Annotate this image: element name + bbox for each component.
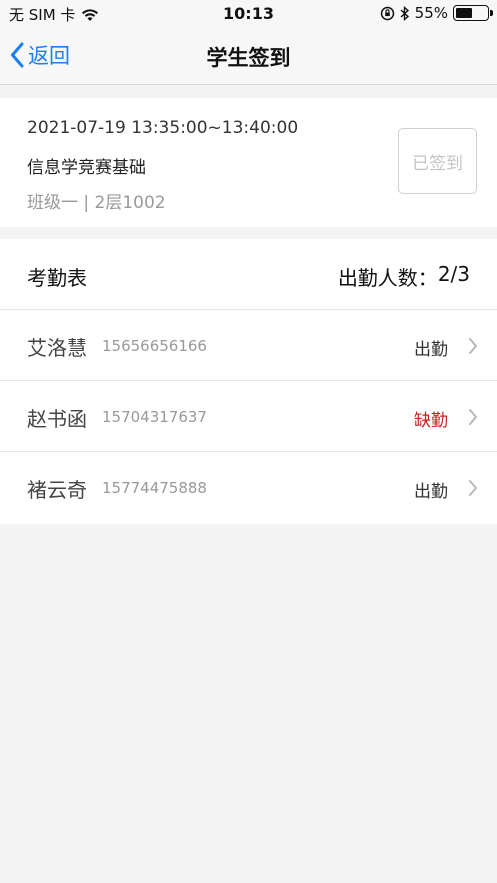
student-phone: 15656656166 [102,337,207,355]
status-right: 55% [380,4,493,22]
session-location: 班级一 | 2层1002 [27,193,166,213]
session-card: 2021-07-19 13:35:00~13:40:00 信息学竞赛基础 班级一… [0,98,497,227]
battery-percent: 55% [414,4,448,22]
student-status: 出勤 [414,482,448,502]
battery-icon [453,5,493,21]
orientation-lock-icon [380,6,394,20]
student-row[interactable]: 褚云奇 15774475888 出勤 [0,452,497,524]
nav-bar: 返回 学生签到 [0,28,497,85]
session-time: 2021-07-19 13:35:00~13:40:00 [27,118,299,138]
attendance-header: 考勤表 出勤人数： 2/3 [0,239,497,310]
student-phone: 15774475888 [102,479,207,497]
chevron-right-icon [469,338,477,354]
attendance-count-value: 2/3 [437,262,470,286]
student-phone: 15704317637 [102,408,207,426]
chevron-right-icon [469,480,477,496]
page-title: 学生签到 [206,46,291,70]
student-row[interactable]: 赵书函 15704317637 缺勤 [0,381,497,452]
attendance-count: 出勤人数： 2/3 [338,262,470,291]
attendance-sheet: 考勤表 出勤人数： 2/3 艾洛慧 15656656166 出勤 赵书函 157… [0,239,497,524]
bluetooth-icon [400,5,409,21]
session-course: 信息学竞赛基础 [27,158,146,178]
student-name: 艾洛慧 [27,336,87,360]
status-bar: 无 SIM 卡 10:13 55% [0,0,497,28]
signed-in-button[interactable]: 已签到 [398,128,477,194]
attendance-title: 考勤表 [27,266,87,290]
student-status: 出勤 [414,340,448,360]
student-status: 缺勤 [414,411,448,431]
student-name: 赵书函 [27,407,87,431]
chevron-right-icon [469,409,477,425]
attendance-count-label: 出勤人数： [337,266,438,290]
student-row[interactable]: 艾洛慧 15656656166 出勤 [0,310,497,381]
battery-fill [456,8,472,18]
student-name: 褚云奇 [27,478,87,502]
